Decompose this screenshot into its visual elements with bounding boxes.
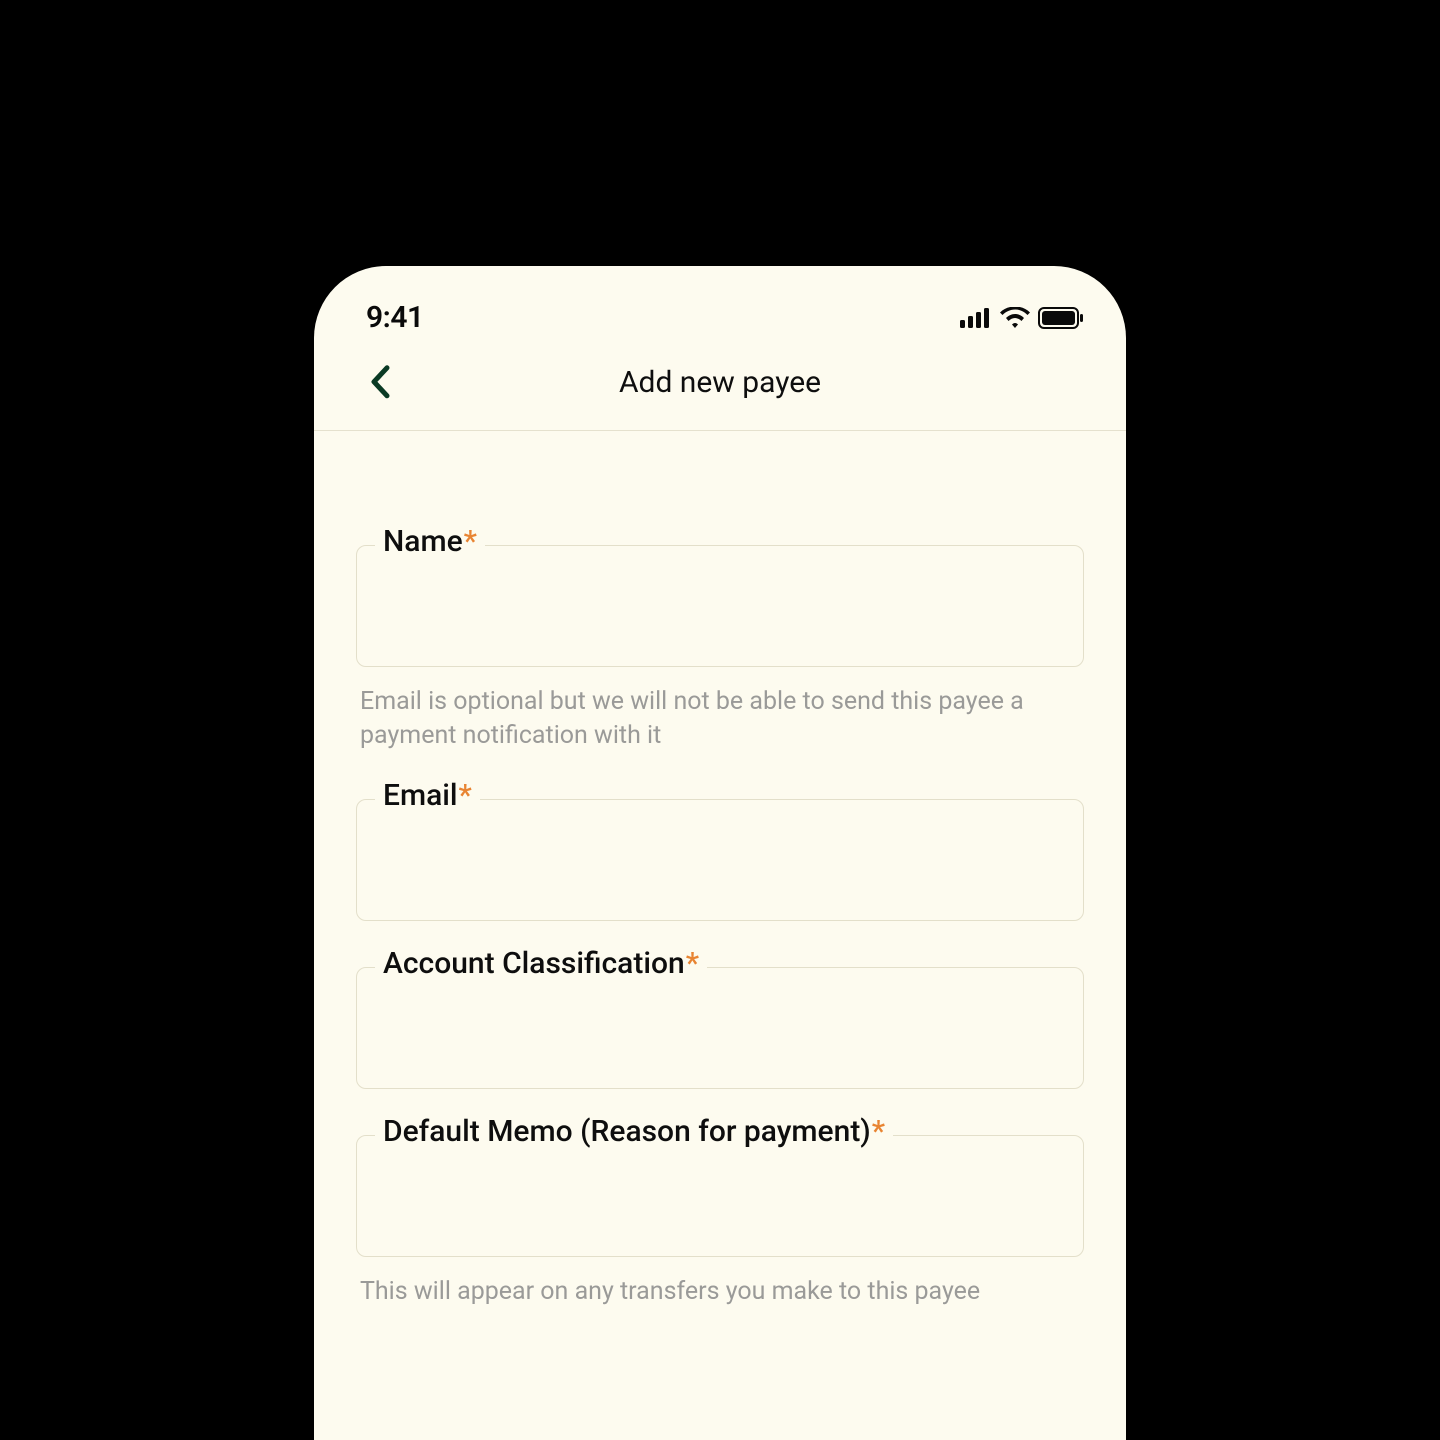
account-classification-required-marker: *: [686, 946, 699, 981]
email-label: Email: [383, 778, 458, 813]
name-field-outline: Name *: [356, 545, 1084, 667]
name-helper-text: Email is optional but we will not be abl…: [356, 667, 1084, 753]
memo-required-marker: *: [872, 1114, 885, 1149]
status-icons: [960, 307, 1084, 329]
account-classification-label-wrap: Account Classification *: [375, 946, 707, 981]
account-classification-field-outline: Account Classification *: [356, 967, 1084, 1089]
status-time: 9:41: [366, 300, 424, 335]
memo-label-wrap: Default Memo (Reason for payment) *: [375, 1114, 893, 1149]
email-field-group: Email *: [356, 799, 1084, 921]
page-title: Add new payee: [619, 365, 821, 400]
email-required-marker: *: [459, 778, 472, 813]
form-content: Name * Email is optional but we will not…: [314, 431, 1126, 1308]
nav-bar: Add new payee: [314, 343, 1126, 431]
back-button[interactable]: [360, 363, 400, 403]
name-label-wrap: Name *: [375, 524, 485, 559]
account-classification-label: Account Classification: [383, 946, 685, 981]
account-classification-input[interactable]: [357, 968, 1083, 1088]
wifi-icon: [1000, 307, 1030, 329]
name-label: Name: [383, 524, 463, 559]
phone-frame: 9:41: [314, 266, 1126, 1440]
memo-helper-text: This will appear on any transfers you ma…: [356, 1257, 1084, 1309]
memo-input[interactable]: [357, 1136, 1083, 1256]
name-field-group: Name *: [356, 545, 1084, 667]
memo-field-outline: Default Memo (Reason for payment) *: [356, 1135, 1084, 1257]
account-classification-field-group: Account Classification *: [356, 967, 1084, 1089]
memo-field-group: Default Memo (Reason for payment) *: [356, 1135, 1084, 1257]
chevron-left-icon: [369, 364, 391, 402]
battery-icon: [1038, 307, 1084, 329]
cellular-icon: [960, 308, 992, 328]
name-input[interactable]: [357, 546, 1083, 666]
memo-label: Default Memo (Reason for payment): [383, 1114, 871, 1149]
email-field-outline: Email *: [356, 799, 1084, 921]
email-label-wrap: Email *: [375, 778, 480, 813]
name-required-marker: *: [464, 524, 477, 559]
email-input[interactable]: [357, 800, 1083, 920]
status-bar: 9:41: [314, 266, 1126, 343]
